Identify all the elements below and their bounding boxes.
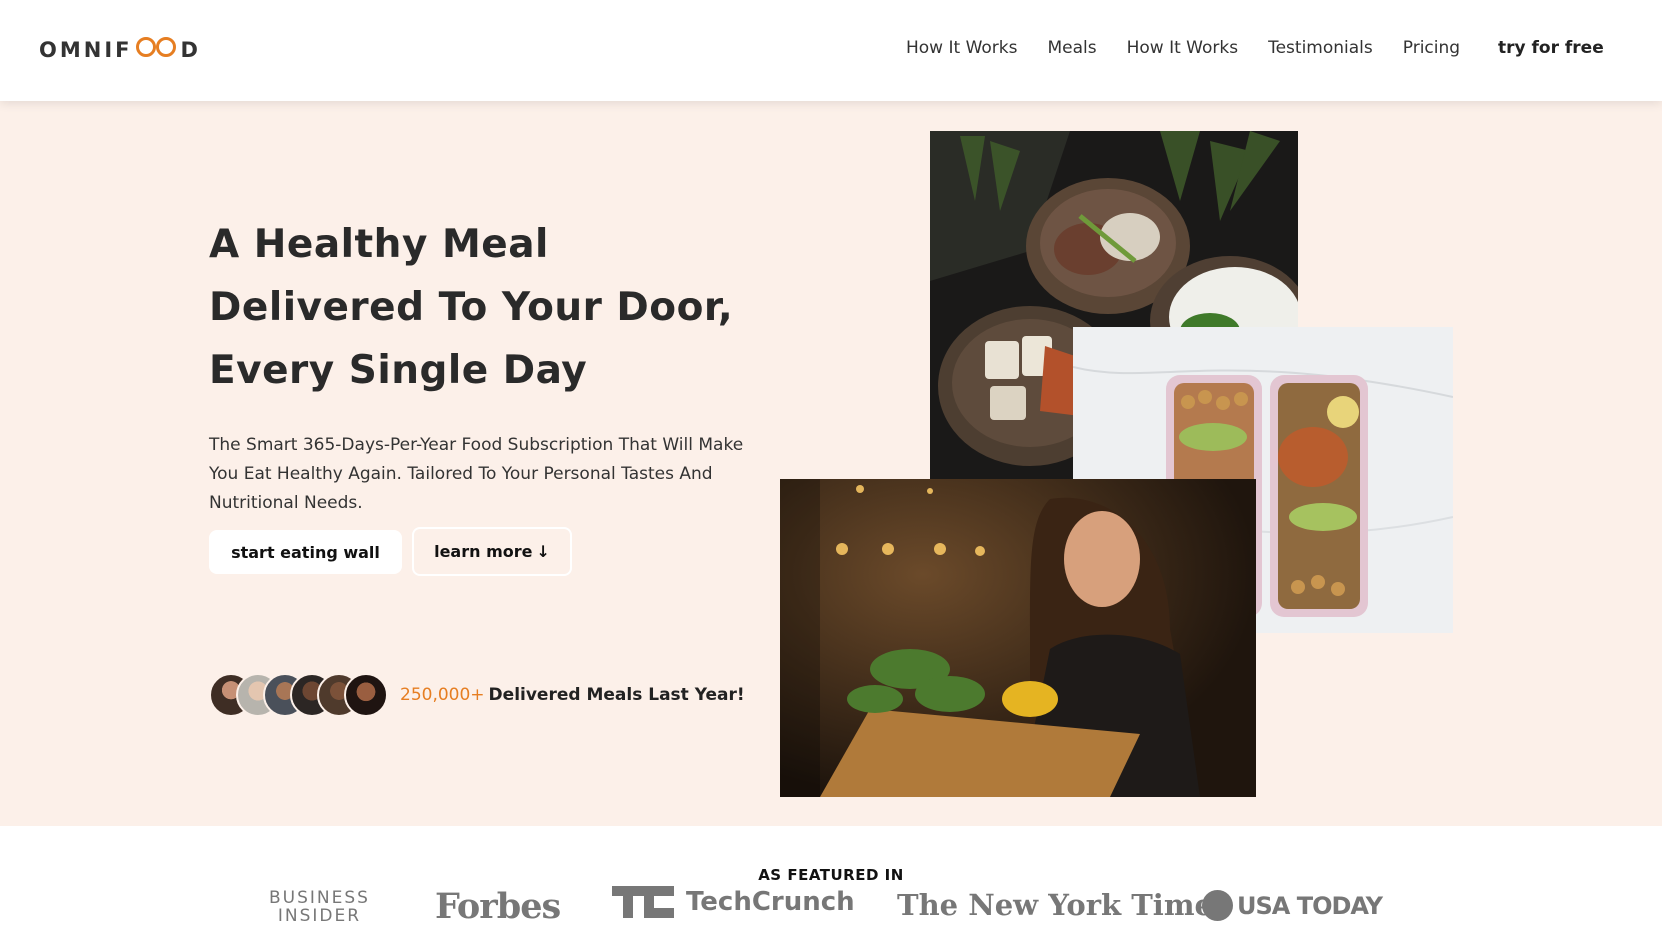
business-insider-logo: BUSINESS INSIDER — [269, 889, 370, 925]
try-for-free-link[interactable]: try for free — [1498, 38, 1604, 58]
hero-section: A Healthy Meal Delivered To Your Door, E… — [0, 101, 1662, 826]
delivered-meals: 250,000+ Delivered Meals Last Year! — [209, 673, 745, 717]
logo-text-end: D — [180, 37, 201, 62]
delivered-text: 250,000+ Delivered Meals Last Year! — [400, 685, 745, 705]
press-logos: BUSINESS INSIDER Forbes TechCrunch The N… — [0, 886, 1662, 934]
nav-meals[interactable]: Meals — [1047, 38, 1096, 58]
new-york-times-logo: The New York Times — [897, 888, 1230, 922]
hero-description: The Smart 365-Days-Per-Year Food Subscri… — [209, 435, 744, 513]
featured-title: AS FEATURED IN — [758, 866, 904, 884]
main-nav: How It Works Meals How It Works Testimon… — [906, 38, 1490, 58]
nav-how-it-works[interactable]: How It Works — [906, 38, 1017, 58]
omnifood-logo[interactable]: OMNIF D — [39, 36, 201, 63]
site-header: OMNIF D How It Works Meals How It Works … — [0, 0, 1662, 101]
learn-more-label: learn more — [434, 542, 533, 561]
business-insider-line1: BUSINESS — [269, 888, 370, 908]
start-eating-button[interactable]: start eating wall — [209, 530, 402, 574]
usa-today-dot-icon — [1202, 890, 1233, 921]
nav-pricing[interactable]: Pricing — [1403, 38, 1460, 58]
business-insider-line2: INSIDER — [277, 906, 362, 926]
usa-today-text: USA TODAY — [1237, 891, 1383, 920]
forbes-logo: Forbes — [435, 886, 561, 927]
usa-today-logo: USA TODAY — [1202, 890, 1383, 921]
customer-avatars — [209, 673, 388, 717]
techcrunch-icon — [612, 886, 674, 918]
techcrunch-logo: TechCrunch — [612, 886, 855, 918]
logo-text-start: OMNIF — [39, 37, 133, 62]
delivered-label: Delivered Meals Last Year! — [488, 685, 745, 705]
start-eating-label: start eating wall — [231, 542, 380, 562]
hero-title: A Healthy Meal Delivered To Your Door, E… — [209, 222, 734, 393]
techcrunch-text: TechCrunch — [686, 887, 855, 917]
avatar — [344, 673, 388, 717]
featured-section: AS FEATURED IN BUSINESS INSIDER Forbes T… — [0, 826, 1662, 934]
nav-testimonials[interactable]: Testimonials — [1268, 38, 1373, 58]
arrow-down-icon: ↓ — [536, 542, 550, 561]
page: OMNIF D How It Works Meals How It Works … — [0, 0, 1662, 934]
learn-more-button[interactable]: learn more ↓ — [412, 527, 572, 576]
nav-how-it-works-2[interactable]: How It Works — [1127, 38, 1238, 58]
infinity-icon — [134, 36, 178, 63]
delivered-count: 250,000+ — [400, 685, 485, 705]
woman-eating-image — [780, 479, 1256, 797]
